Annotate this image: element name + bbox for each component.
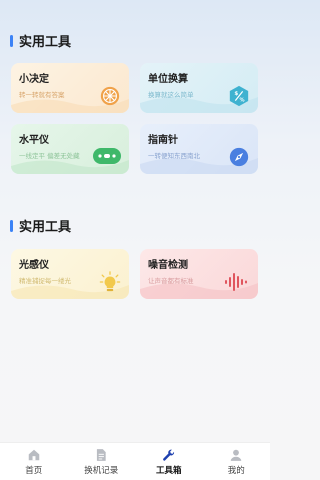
section-title-bar (10, 219, 13, 232)
tool-title: 小决定 (19, 74, 49, 85)
tool-title: 水平仪 (19, 135, 49, 146)
tab-toolbox[interactable]: 工具箱 (135, 443, 203, 480)
tab-mine[interactable]: 我的 (203, 443, 271, 480)
convert-icon: $ % (229, 85, 249, 107)
level-icon (93, 148, 121, 164)
tab-label: 工具箱 (155, 465, 182, 476)
section-title-bar (10, 34, 13, 47)
tab-label: 首页 (25, 465, 43, 476)
document-icon (97, 448, 106, 461)
tool-title: 指南针 (148, 135, 178, 146)
svg-text:%: % (239, 98, 244, 104)
section-title-tools: 实用工具 (10, 31, 71, 50)
tool-card-unit-convert[interactable]: 单位换算 换算就这么简单 $ % (140, 63, 258, 113)
tool-card-decision[interactable]: 小决定 转一转就有答案 (11, 63, 129, 113)
tab-switch-records[interactable]: 换机记录 (68, 443, 136, 480)
svg-text:$: $ (234, 91, 238, 97)
tool-card-level[interactable]: 水平仪 一线定平 偏差无处藏 (11, 124, 129, 174)
tool-title: 光感仪 (19, 260, 49, 271)
tool-title: 噪音检测 (148, 260, 188, 271)
section-title-text: 实用工具 (19, 35, 72, 50)
soundwave-icon (225, 273, 247, 291)
compass-icon (229, 147, 249, 167)
tool-card-light-meter[interactable]: 光感仪 精准捕捉每一缕光 (11, 249, 129, 299)
tool-card-compass[interactable]: 指南针 一转便知东西南北 (140, 124, 258, 174)
section-title-tools-2: 实用工具 (10, 216, 71, 235)
section-title-text: 实用工具 (19, 220, 72, 235)
bulb-icon (99, 271, 121, 292)
tab-label: 我的 (227, 465, 245, 476)
wheel-icon (100, 86, 120, 106)
home-icon (28, 449, 39, 460)
tab-home[interactable]: 首页 (0, 443, 68, 480)
user-icon (231, 449, 242, 461)
tab-label: 换机记录 (84, 465, 119, 476)
tool-card-noise-detect[interactable]: 噪音检测 让声音都有标准 (140, 249, 258, 299)
wrench-icon (162, 449, 174, 461)
bottom-tab-bar: 首页 换机记录 工具箱 我的 (0, 442, 270, 480)
tool-title: 单位换算 (148, 74, 188, 85)
